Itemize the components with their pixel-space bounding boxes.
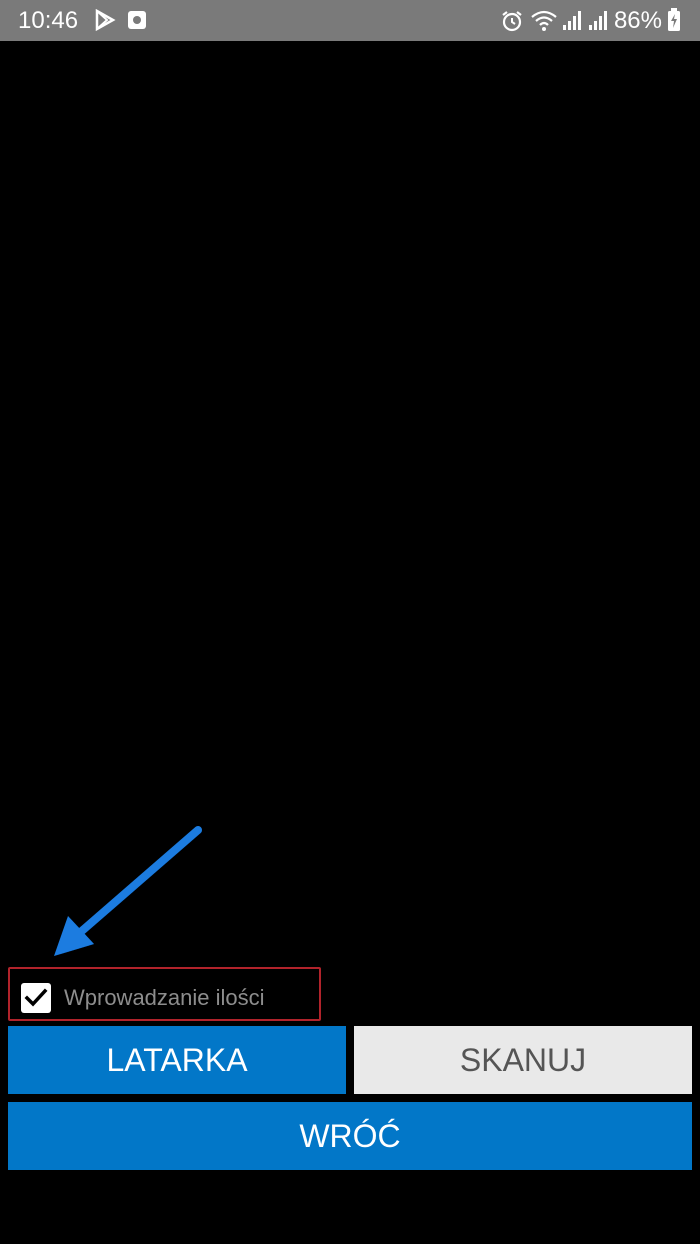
quantity-input-checkbox[interactable] (21, 983, 51, 1013)
status-time: 10:46 (18, 7, 79, 34)
battery-charging-icon (667, 8, 681, 37)
battery-percentage: 86% (613, 7, 662, 34)
back-button[interactable]: WRÓĆ (8, 1102, 692, 1170)
alarm-icon (500, 9, 524, 38)
signal-icon-2 (588, 9, 608, 36)
wifi-icon (530, 9, 558, 38)
status-bar: 10:46 86% (0, 0, 700, 41)
play-store-notification-icon (94, 8, 116, 36)
flashlight-button[interactable]: LATARKA (8, 1026, 346, 1094)
signal-icon (562, 9, 582, 36)
quantity-input-label: Wprowadzanie ilości (64, 985, 265, 1010)
quantity-input-checkbox-row[interactable]: Wprowadzanie ilości (8, 967, 321, 1021)
checkmark-icon (24, 988, 48, 1007)
annotation-arrow-icon (54, 826, 202, 956)
scan-button[interactable]: SKANUJ (354, 1026, 692, 1094)
camera-app-notification-icon (126, 9, 148, 36)
